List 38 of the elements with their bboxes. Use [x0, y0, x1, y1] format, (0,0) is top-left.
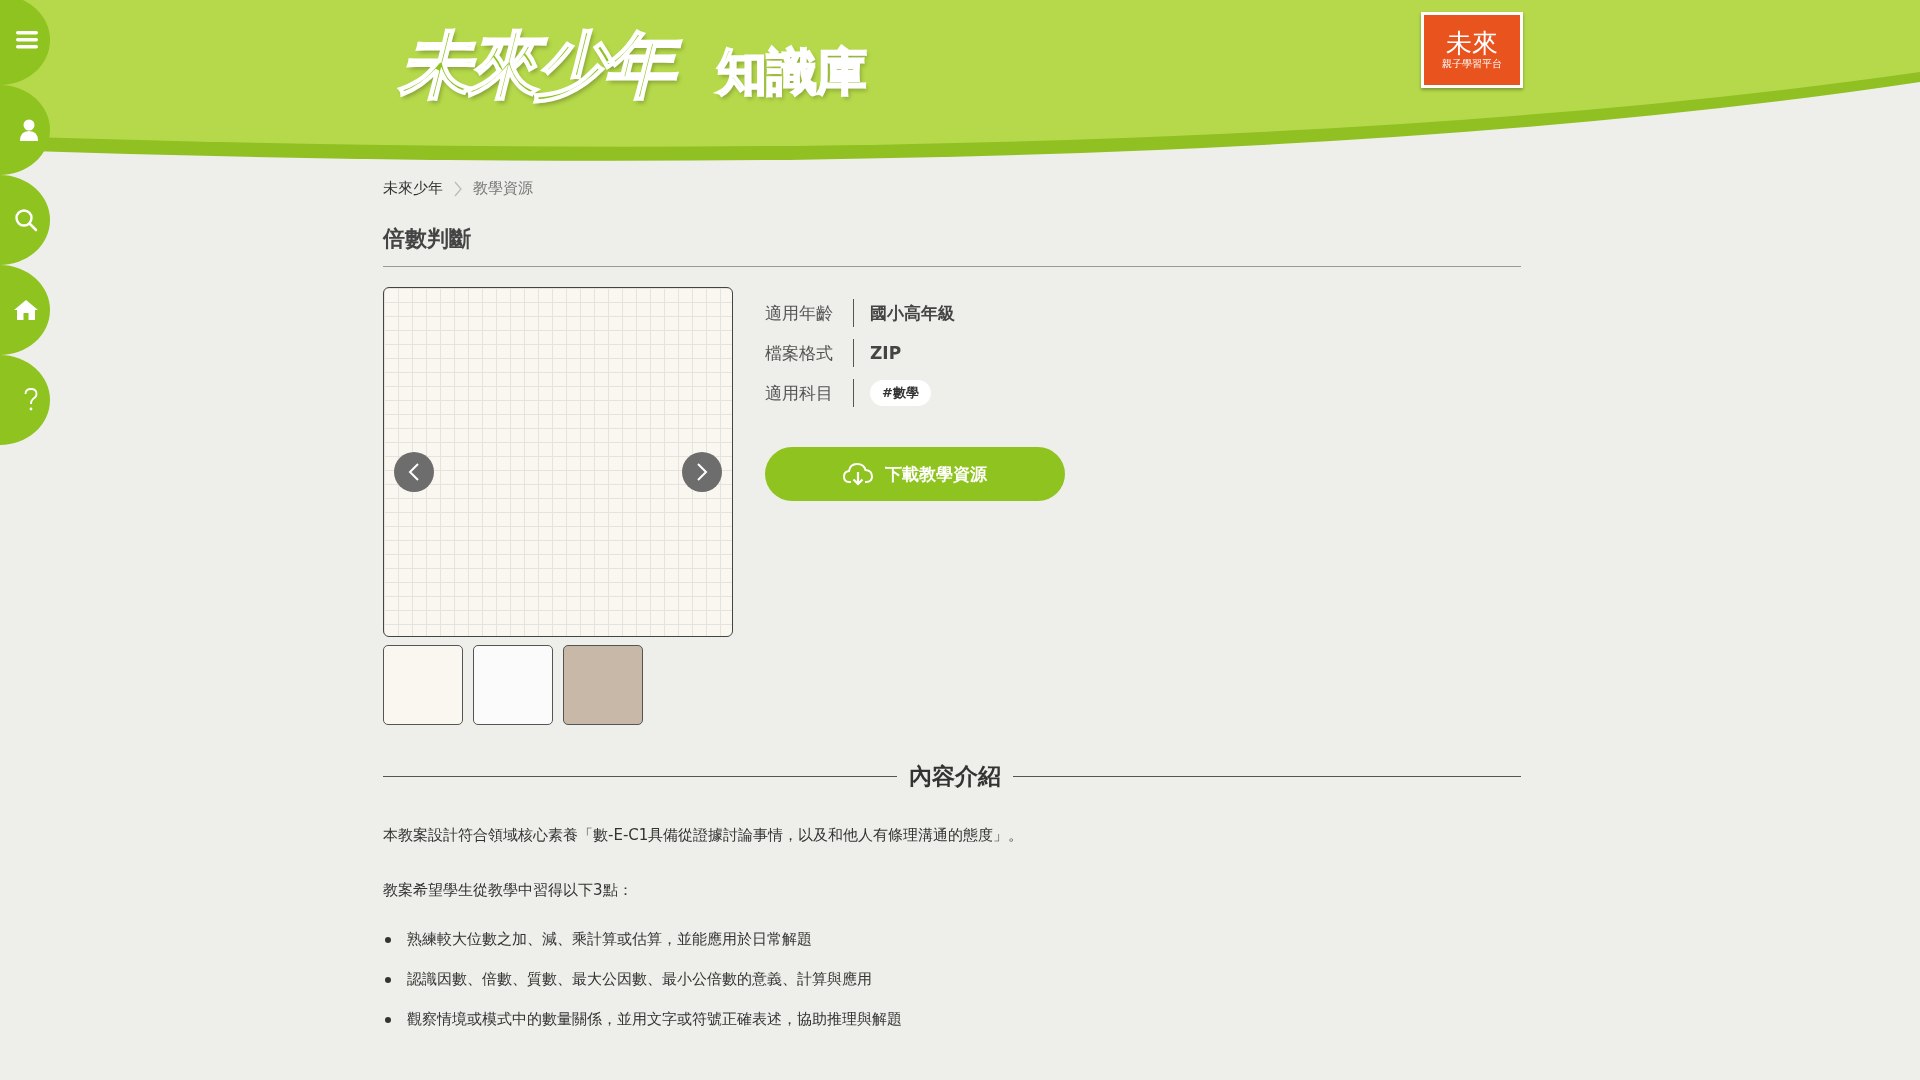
site-logo-title: 未來少年 [395, 14, 687, 122]
cloud-download-icon [843, 462, 873, 486]
badge-subtitle: 親子學習平台 [1442, 57, 1502, 72]
description-paragraph: 本教案設計符合領域核心素養「數-E-C1具備從證據討論事情，以及和他人有條理溝通的態度」。 [383, 826, 1025, 845]
platform-badge[interactable]: 未來 親子學習平台 [1421, 12, 1523, 88]
download-button[interactable]: 下載教學資源 [765, 447, 1065, 501]
bullet-item: 熟練較大位數之加、減、乘計算或估算，並能應用於日常解題 [407, 930, 812, 949]
subject-tag[interactable]: #數學 [870, 380, 931, 406]
section-heading: 內容介紹 [909, 762, 1001, 791]
user-icon [20, 119, 38, 141]
menu-icon [16, 31, 38, 49]
search-icon [14, 208, 38, 232]
description-paragraph: 教案希望學生從教學中習得以下3點： [383, 881, 634, 900]
thumbnail-image[interactable] [473, 645, 553, 725]
page-title: 倍數判斷 [383, 224, 1521, 267]
chevron-left-icon [408, 462, 420, 482]
help-icon [24, 388, 38, 412]
bullet-dot [385, 1016, 391, 1023]
info-label: 適用科目 [765, 379, 854, 407]
bullet-item: 觀察情境或模式中的數量關係，並用文字或符號正確表述，協助推理與解題 [407, 1010, 902, 1029]
next-button[interactable] [682, 452, 722, 492]
bullet-dot [385, 976, 391, 983]
info-value: ZIP [870, 343, 902, 363]
breadcrumb-link[interactable]: 教學資源 [473, 179, 533, 198]
thumbnail-image[interactable] [383, 645, 463, 725]
info-label: 檔案格式 [765, 339, 854, 367]
chevron-right-icon [696, 462, 708, 482]
chevron-right-icon [453, 180, 463, 197]
info-label: 適用年齡 [765, 299, 854, 327]
info-value: 國小高年級 [870, 301, 955, 325]
thumbnail-image[interactable] [563, 645, 643, 725]
bullet-item: 認識因數、倍數、質數、最大公因數、最小公倍數的意義、計算與應用 [407, 970, 872, 989]
bullet-dot [385, 936, 391, 943]
badge-title: 未來 [1446, 28, 1498, 58]
home-icon [14, 300, 38, 320]
previous-button[interactable] [394, 452, 434, 492]
site-logo-subtitle: 知識庫 [717, 41, 867, 103]
breadcrumb-link[interactable]: 未來少年 [383, 179, 443, 198]
